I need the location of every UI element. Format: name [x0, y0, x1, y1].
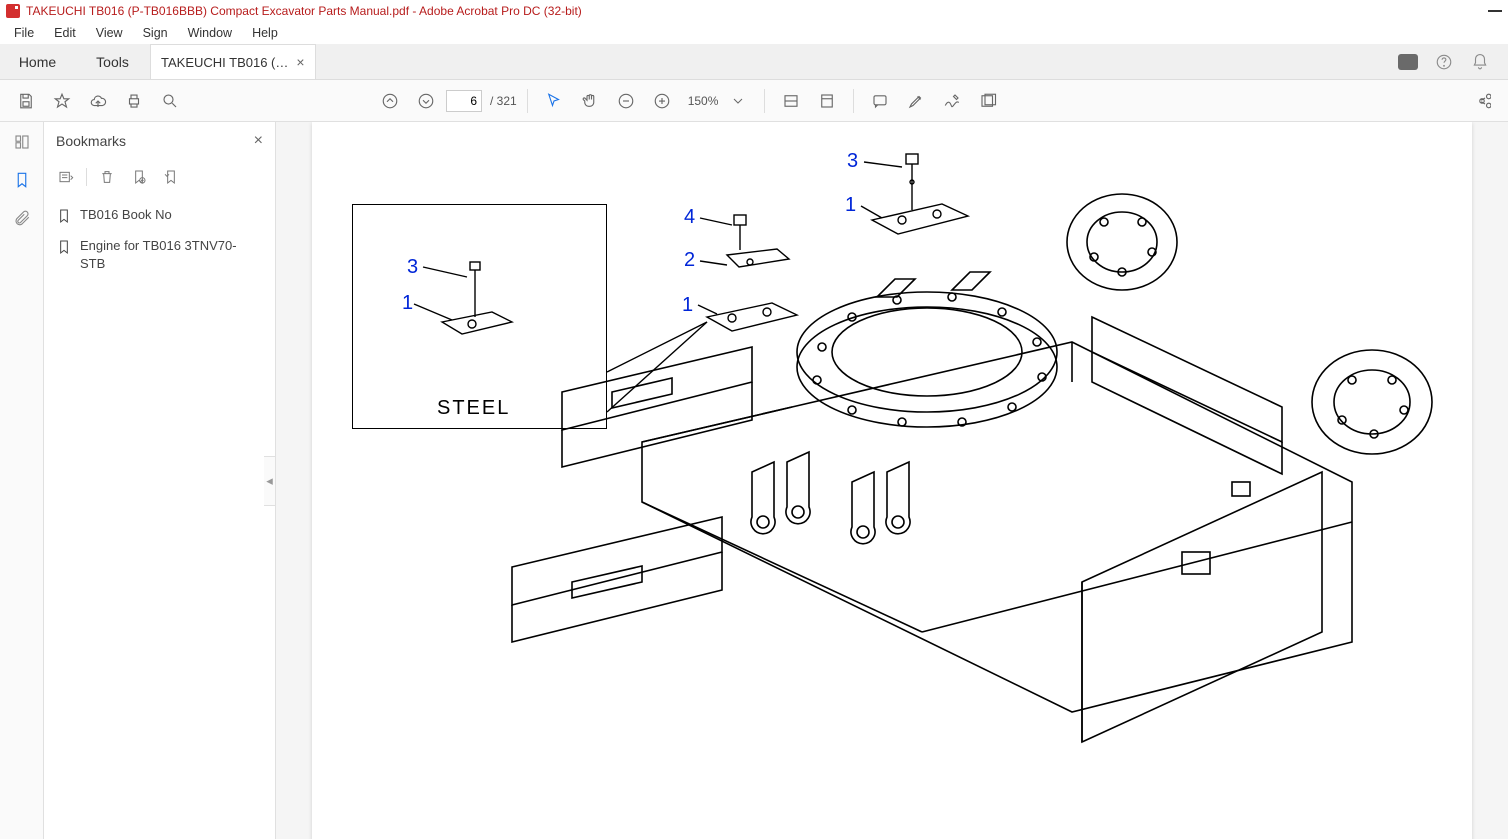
star-icon[interactable]: [46, 85, 78, 117]
workarea: Bookmarks × TB016 Book No Engine for TB0…: [0, 122, 1508, 839]
titlebar: TAKEUCHI TB016 (P-TB016BBB) Compact Exca…: [0, 0, 1508, 22]
panel-collapse-icon[interactable]: ◂: [264, 456, 276, 506]
sign-tool-icon[interactable]: [936, 85, 968, 117]
toolbar-main: / 321 150%: [0, 80, 1508, 122]
fit-width-icon[interactable]: [775, 85, 807, 117]
bookmarks-rail-icon[interactable]: [12, 170, 32, 190]
print-icon[interactable]: [118, 85, 150, 117]
menu-window[interactable]: Window: [178, 24, 242, 42]
bookmarks-panel-title: Bookmarks: [56, 133, 126, 149]
share-icon[interactable]: [1466, 85, 1498, 117]
minimize-icon[interactable]: [1488, 10, 1502, 12]
cloud-icon[interactable]: [82, 85, 114, 117]
page-total-label: / 321: [490, 94, 517, 108]
bookmark-label: TB016 Book No: [80, 206, 172, 224]
tab-home[interactable]: Home: [0, 44, 75, 79]
zoom-dropdown-icon[interactable]: [722, 85, 754, 117]
zoom-out-icon[interactable]: [610, 85, 642, 117]
pdf-page: 3 1 STEEL 4 2 1 3 1: [312, 122, 1472, 839]
bookmarks-panel: Bookmarks × TB016 Book No Engine for TB0…: [44, 122, 276, 839]
menubar: File Edit View Sign Window Help: [0, 22, 1508, 44]
tab-row: Home Tools TAKEUCHI TB016 (… ×: [0, 44, 1508, 80]
bookmark-list: TB016 Book No Engine for TB016 3TNV70- S…: [44, 194, 275, 286]
stamp-icon[interactable]: [972, 85, 1004, 117]
menu-help[interactable]: Help: [242, 24, 288, 42]
panel-close-icon[interactable]: ×: [254, 132, 263, 150]
page-number-input[interactable]: [446, 90, 482, 112]
search-icon[interactable]: [154, 85, 186, 117]
left-rail: [0, 122, 44, 839]
bookmark-item[interactable]: Engine for TB016 3TNV70- STB: [48, 233, 271, 277]
page-down-icon[interactable]: [410, 85, 442, 117]
document-viewport[interactable]: 3 1 STEEL 4 2 1 3 1: [276, 122, 1508, 839]
zoom-value-label: 150%: [688, 94, 719, 108]
pdf-file-icon: [6, 4, 20, 18]
tab-tools[interactable]: Tools: [75, 44, 150, 79]
menu-sign[interactable]: Sign: [133, 24, 178, 42]
bookmark-options-icon[interactable]: [54, 165, 78, 189]
page-up-icon[interactable]: [374, 85, 406, 117]
bookmark-icon: [56, 239, 72, 260]
fit-page-icon[interactable]: [811, 85, 843, 117]
attachments-icon[interactable]: [12, 208, 32, 228]
bookmark-delete-icon[interactable]: [95, 165, 119, 189]
menu-file[interactable]: File: [4, 24, 44, 42]
bell-icon[interactable]: [1470, 52, 1490, 72]
thumbnails-icon[interactable]: [12, 132, 32, 152]
tab-close-icon[interactable]: ×: [296, 54, 304, 70]
zoom-in-icon[interactable]: [646, 85, 678, 117]
tab-document[interactable]: TAKEUCHI TB016 (… ×: [150, 44, 316, 79]
notifications-icon[interactable]: [1398, 52, 1418, 72]
highlight-icon[interactable]: [900, 85, 932, 117]
bookmark-item[interactable]: TB016 Book No: [48, 202, 271, 233]
bookmark-label: Engine for TB016 3TNV70- STB: [80, 237, 263, 273]
tab-document-label: TAKEUCHI TB016 (…: [161, 55, 288, 70]
window-title: TAKEUCHI TB016 (P-TB016BBB) Compact Exca…: [26, 4, 582, 18]
diagram-artwork: [312, 122, 1472, 839]
menu-view[interactable]: View: [86, 24, 133, 42]
pointer-icon[interactable]: [538, 85, 570, 117]
bookmark-icon: [56, 208, 72, 229]
hand-icon[interactable]: [574, 85, 606, 117]
bookmark-add-icon[interactable]: [127, 165, 151, 189]
help-icon[interactable]: [1434, 52, 1454, 72]
save-icon[interactable]: [10, 85, 42, 117]
comment-icon[interactable]: [864, 85, 896, 117]
menu-edit[interactable]: Edit: [44, 24, 86, 42]
bookmark-expand-icon[interactable]: [159, 165, 183, 189]
